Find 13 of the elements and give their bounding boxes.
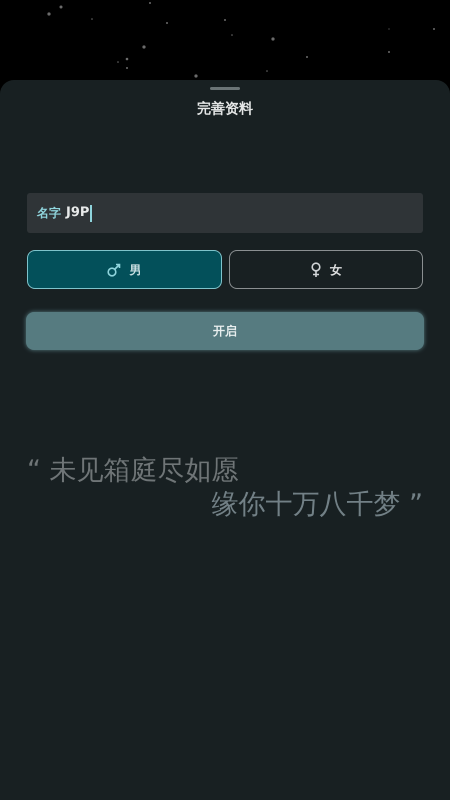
- name-value: J9P: [66, 204, 90, 222]
- quote-line: “ 未见箱庭尽如愿: [27, 454, 239, 488]
- female-icon: [310, 262, 322, 278]
- name-field[interactable]: 名字 J9P: [27, 193, 423, 233]
- start-button[interactable]: 开启: [26, 312, 424, 350]
- sheet-title: 完善资料: [197, 100, 253, 119]
- text-cursor: [90, 204, 92, 222]
- drag-handle[interactable]: [210, 87, 240, 90]
- male-icon: [107, 262, 122, 276]
- gender-option[interactable]: 女: [228, 250, 423, 289]
- quote-line: 缘你十万八千梦 ”: [211, 488, 423, 522]
- gender-option[interactable]: 男: [27, 250, 222, 289]
- name-label: 名字: [37, 205, 61, 222]
